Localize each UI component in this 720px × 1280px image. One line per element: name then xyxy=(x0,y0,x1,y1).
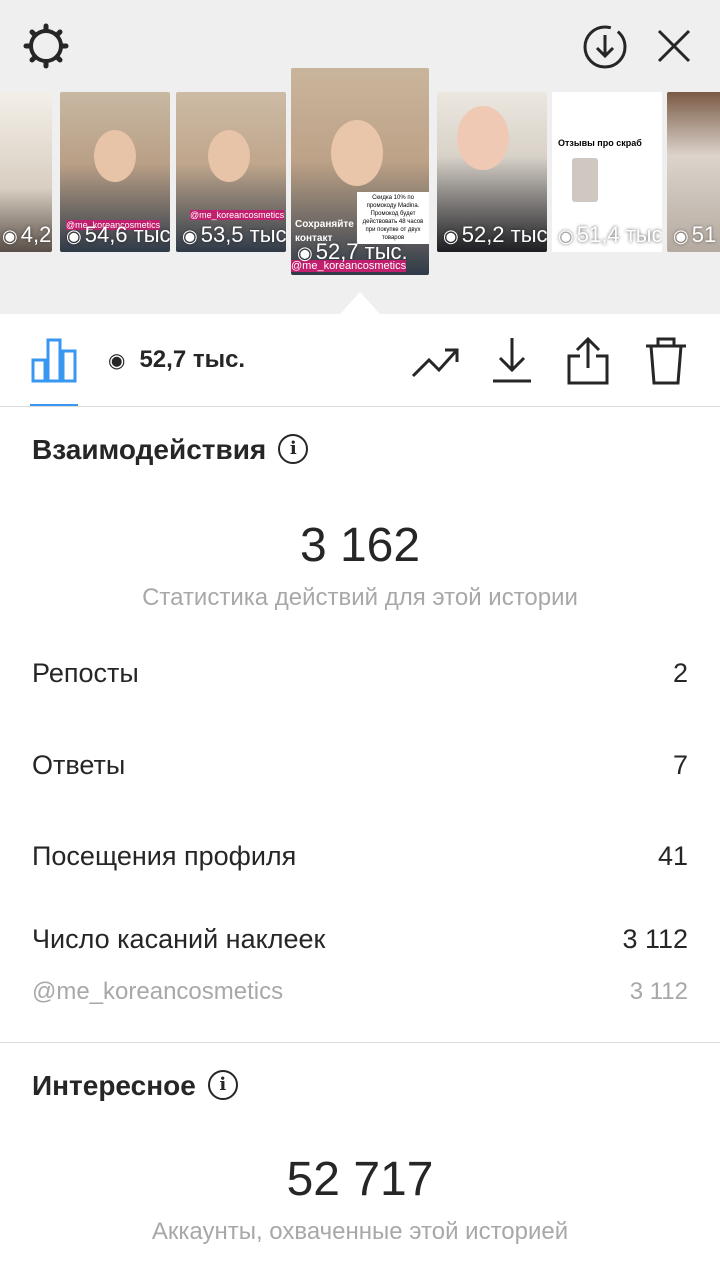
story-thumbnail[interactable]: @me_koreancosmetics ◉ 54,6 тыс. xyxy=(60,92,170,252)
story-overlay-text: Отзывы про скраб xyxy=(558,138,642,148)
story-views: ◉ 51 xyxy=(673,222,717,247)
story-thumbnail[interactable]: ◉ 52,2 тыс. xyxy=(437,92,547,252)
story-views: ◉ 52,2 тыс. xyxy=(443,222,547,247)
eye-icon: ◉ xyxy=(297,243,313,263)
section-divider xyxy=(0,1042,720,1043)
stories-header: ◉4,2 тыс. @me_koreancosmetics ◉54,6 тыс.… xyxy=(0,0,720,314)
story-thumbnail[interactable]: ◉ 51 xyxy=(667,92,720,252)
discovery-caption: Аккаунты, охваченные этой историей xyxy=(151,1218,569,1245)
bar-chart-icon[interactable] xyxy=(30,336,78,384)
stat-label: Посещения профиля xyxy=(32,841,297,871)
story-views: ◉ 51,4 тыс. xyxy=(558,222,662,247)
story-thumbnail[interactable]: Отзывы про скраб ◉ 51,4 тыс. xyxy=(552,92,662,252)
share-icon[interactable] xyxy=(566,336,610,386)
stat-row-replies: Ответы 7 xyxy=(32,750,688,781)
stat-value: 7 xyxy=(672,750,688,780)
stat-value: 3 112 xyxy=(629,978,688,1005)
stat-row-profile-visits: Посещения профиля 41 xyxy=(32,841,688,872)
download-circle-icon[interactable] xyxy=(582,24,628,70)
eye-icon: ◉ xyxy=(673,226,689,246)
stories-strip: ◉4,2 тыс. @me_koreancosmetics ◉54,6 тыс.… xyxy=(0,68,720,278)
interactions-title: Взаимодействия i xyxy=(32,433,309,467)
trash-icon[interactable] xyxy=(644,336,688,386)
stat-value: 2 xyxy=(672,658,688,688)
close-icon[interactable] xyxy=(656,28,692,64)
stat-row-reposts: Репосты 2 xyxy=(32,658,688,689)
eye-icon: ◉ xyxy=(108,350,126,372)
stat-label: Число касаний наклеек xyxy=(32,924,326,954)
stat-value: 41 xyxy=(657,841,688,871)
stat-label: Ответы xyxy=(32,750,126,780)
stat-value: 3 112 xyxy=(622,924,688,954)
eye-icon: ◉ xyxy=(66,226,82,246)
active-tab-indicator xyxy=(30,404,78,406)
story-views: ◉ 52,7 тыс. xyxy=(297,239,408,264)
promo-text: Скидка 10% по промокоду Madina. Промокод… xyxy=(357,192,429,244)
stat-row-sticker-taps: Число касаний наклеек 3 112 xyxy=(32,924,688,955)
info-icon[interactable]: i xyxy=(207,1069,238,1100)
eye-icon: ◉ xyxy=(558,226,574,246)
reach-count: ◉ 52,7 тыс. xyxy=(108,346,246,373)
download-icon[interactable] xyxy=(491,336,533,384)
sticker-label: @me_koreancosmetics xyxy=(190,210,285,220)
stat-label: Репосты xyxy=(32,658,139,688)
story-thumbnail[interactable]: @me_koreancosmetics ◉ 53,5 тыс. xyxy=(176,92,286,252)
info-icon[interactable]: i xyxy=(278,433,309,464)
stat-label: @me_koreancosmetics xyxy=(32,978,284,1005)
story-views: ◉4,2 тыс. xyxy=(2,222,52,247)
discovery-title: Интересное i xyxy=(32,1069,238,1103)
story-thumbnail[interactable]: ◉4,2 тыс. xyxy=(0,92,52,252)
story-thumbnail-selected[interactable]: Сохраняйте контакт Скидка 10% по промоко… xyxy=(291,68,429,275)
story-views: ◉ 54,6 тыс. xyxy=(66,222,170,247)
discovery-total: 52 717 xyxy=(286,1153,434,1206)
interactions-total: 3 162 xyxy=(299,519,421,572)
trending-up-icon[interactable] xyxy=(411,344,461,380)
story-toolbar: ◉ 52,7 тыс. xyxy=(0,314,720,407)
story-views: ◉ 53,5 тыс. xyxy=(182,222,286,247)
selection-pointer xyxy=(340,292,380,314)
eye-icon: ◉ xyxy=(2,226,18,246)
eye-icon: ◉ xyxy=(443,226,459,246)
gear-icon[interactable] xyxy=(22,22,70,70)
interactions-caption: Статистика действий для этой истории xyxy=(142,584,578,611)
stat-row-sticker-account: @me_koreancosmetics 3 112 xyxy=(32,978,688,1006)
eye-icon: ◉ xyxy=(182,226,198,246)
